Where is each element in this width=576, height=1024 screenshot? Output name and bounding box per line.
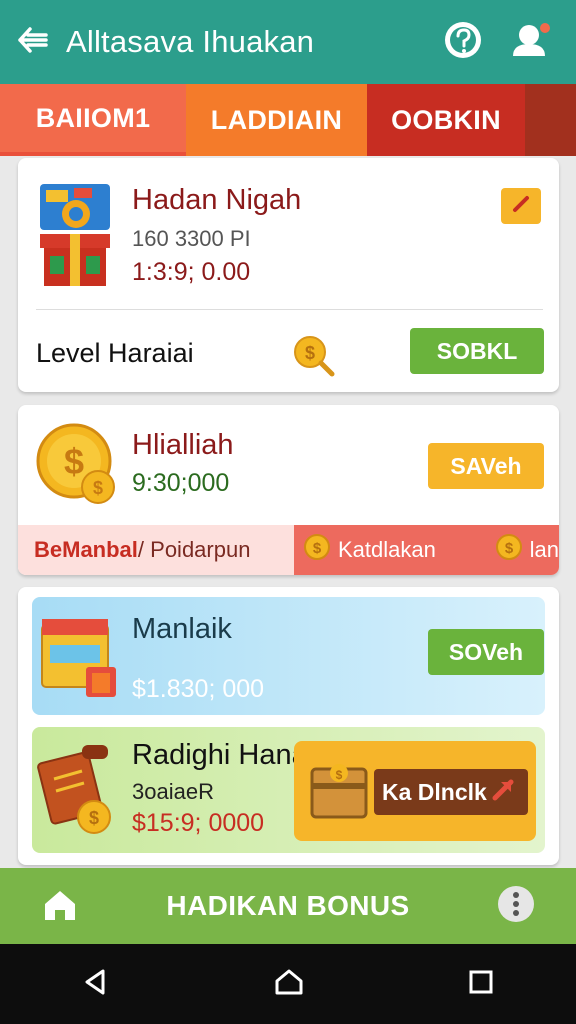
subcard-amount: $1.830; 000 [132, 675, 265, 703]
reward-card-hlialliah: $ $ Hlialliah 9:30;000 SAVeh BeManbal / P… [18, 405, 559, 575]
cta-label: Ka Dlnclk [382, 778, 487, 805]
footer-left-panel: BeManbal / Poidarpun [18, 525, 294, 575]
soveh-button[interactable]: SOVeh [428, 629, 544, 675]
bottom-bar: HADIKAN BONUS [0, 868, 576, 944]
page-title: Alltasava Ihuakan [66, 24, 315, 59]
card-amount: 1:3:9; 0.00 [132, 258, 251, 286]
svg-text:$: $ [89, 808, 99, 828]
card-title: Hlialliah [132, 429, 234, 461]
svg-text:$: $ [504, 540, 513, 557]
subcard-title: Radighi Hana [132, 739, 308, 771]
footer-right-label-2: lan [529, 537, 559, 562]
help-icon [443, 20, 483, 65]
nav-back-icon[interactable] [81, 967, 111, 1002]
store-icon [38, 611, 120, 708]
tab-laddiain[interactable]: LADDIAIN [186, 84, 367, 156]
tab-baiiom1[interactable]: BAIIOM1 [0, 84, 186, 156]
svg-text:$: $ [336, 768, 343, 782]
svg-text:$: $ [313, 540, 322, 557]
card-footer: BeManbal / Poidarpun $ Katdlakan $ lan [18, 525, 559, 575]
coin-icon: $ [304, 534, 330, 566]
tab-bar: BAIIOM1 LADDIAIN OOBKIN [0, 84, 576, 156]
card-subtitle: 160 3300 PI [132, 226, 251, 251]
card-divider [36, 309, 543, 310]
subcard-amount: $15:9; 0000 [132, 809, 265, 837]
app-bar: Alltasava Ihuakan [0, 0, 576, 84]
cta-label-box: Ka Dlnclk [374, 769, 528, 815]
reward-subcard-radighi: $ Radighi Hana 3oaiaeR $15:9; 0000 $ Ka … [32, 727, 545, 853]
home-button[interactable] [24, 868, 96, 944]
home-icon [41, 886, 79, 927]
edit-button[interactable] [501, 188, 541, 224]
scroll-coin-icon: $ [36, 739, 120, 844]
tab-overflow[interactable] [525, 84, 576, 156]
card-title: Hadan Nigah [132, 184, 302, 216]
footer-left-label: BeManbal [34, 537, 138, 562]
saveh-button[interactable]: SAVeh [428, 443, 544, 489]
level-label: Level Haraiai [36, 338, 194, 368]
sobkl-button[interactable]: SOBKL [410, 328, 544, 374]
arrow-left-icon [16, 25, 50, 60]
pencil-icon [511, 194, 531, 219]
content-list: Hadan Nigah 160 3300 PI 1:3:9; 0.00 Leve… [0, 156, 576, 868]
nav-recents-icon[interactable] [467, 968, 495, 1001]
more-vert-icon [496, 884, 536, 929]
reward-card-hadan: Hadan Nigah 160 3300 PI 1:3:9; 0.00 Leve… [18, 158, 559, 392]
subcard-title: Manlaik [132, 613, 232, 645]
reward-subcard-manlaik: Manlaik $1.830; 000 SOVeh [32, 597, 545, 715]
more-button[interactable] [480, 868, 552, 944]
help-button[interactable] [440, 19, 486, 65]
treasure-chest-icon: $ [306, 755, 372, 830]
coin-search-icon: $ [292, 334, 336, 383]
back-button[interactable] [0, 0, 66, 84]
bonus-label[interactable]: HADIKAN BONUS [96, 890, 480, 922]
footer-left-suffix: / Poidarpun [137, 537, 251, 562]
footer-right-panel[interactable]: $ Katdlakan $ lan [294, 525, 559, 575]
footer-right-label: Katdlakan [338, 537, 436, 562]
card-amount: 9:30;000 [132, 469, 230, 497]
system-nav-bar [0, 944, 576, 1024]
gold-coins-icon: $ $ [34, 421, 116, 514]
svg-text:$: $ [93, 478, 103, 498]
coin-icon: $ [495, 534, 522, 566]
svg-text:$: $ [305, 343, 315, 363]
subcard-subtitle: 3oaiaeR [132, 779, 214, 804]
reward-card-group: Manlaik $1.830; 000 SOVeh $ Radighi Hana… [18, 587, 559, 865]
svg-text:$: $ [64, 441, 84, 482]
gift-box-icon [34, 178, 116, 295]
tab-oobkin[interactable]: OOBKIN [367, 84, 525, 156]
arrow-icon [491, 778, 515, 807]
ka-dlnclk-button[interactable]: $ Ka Dlnclk [294, 741, 536, 841]
profile-icon [511, 20, 551, 65]
nav-home-icon[interactable] [273, 967, 305, 1002]
profile-button[interactable] [508, 19, 554, 65]
